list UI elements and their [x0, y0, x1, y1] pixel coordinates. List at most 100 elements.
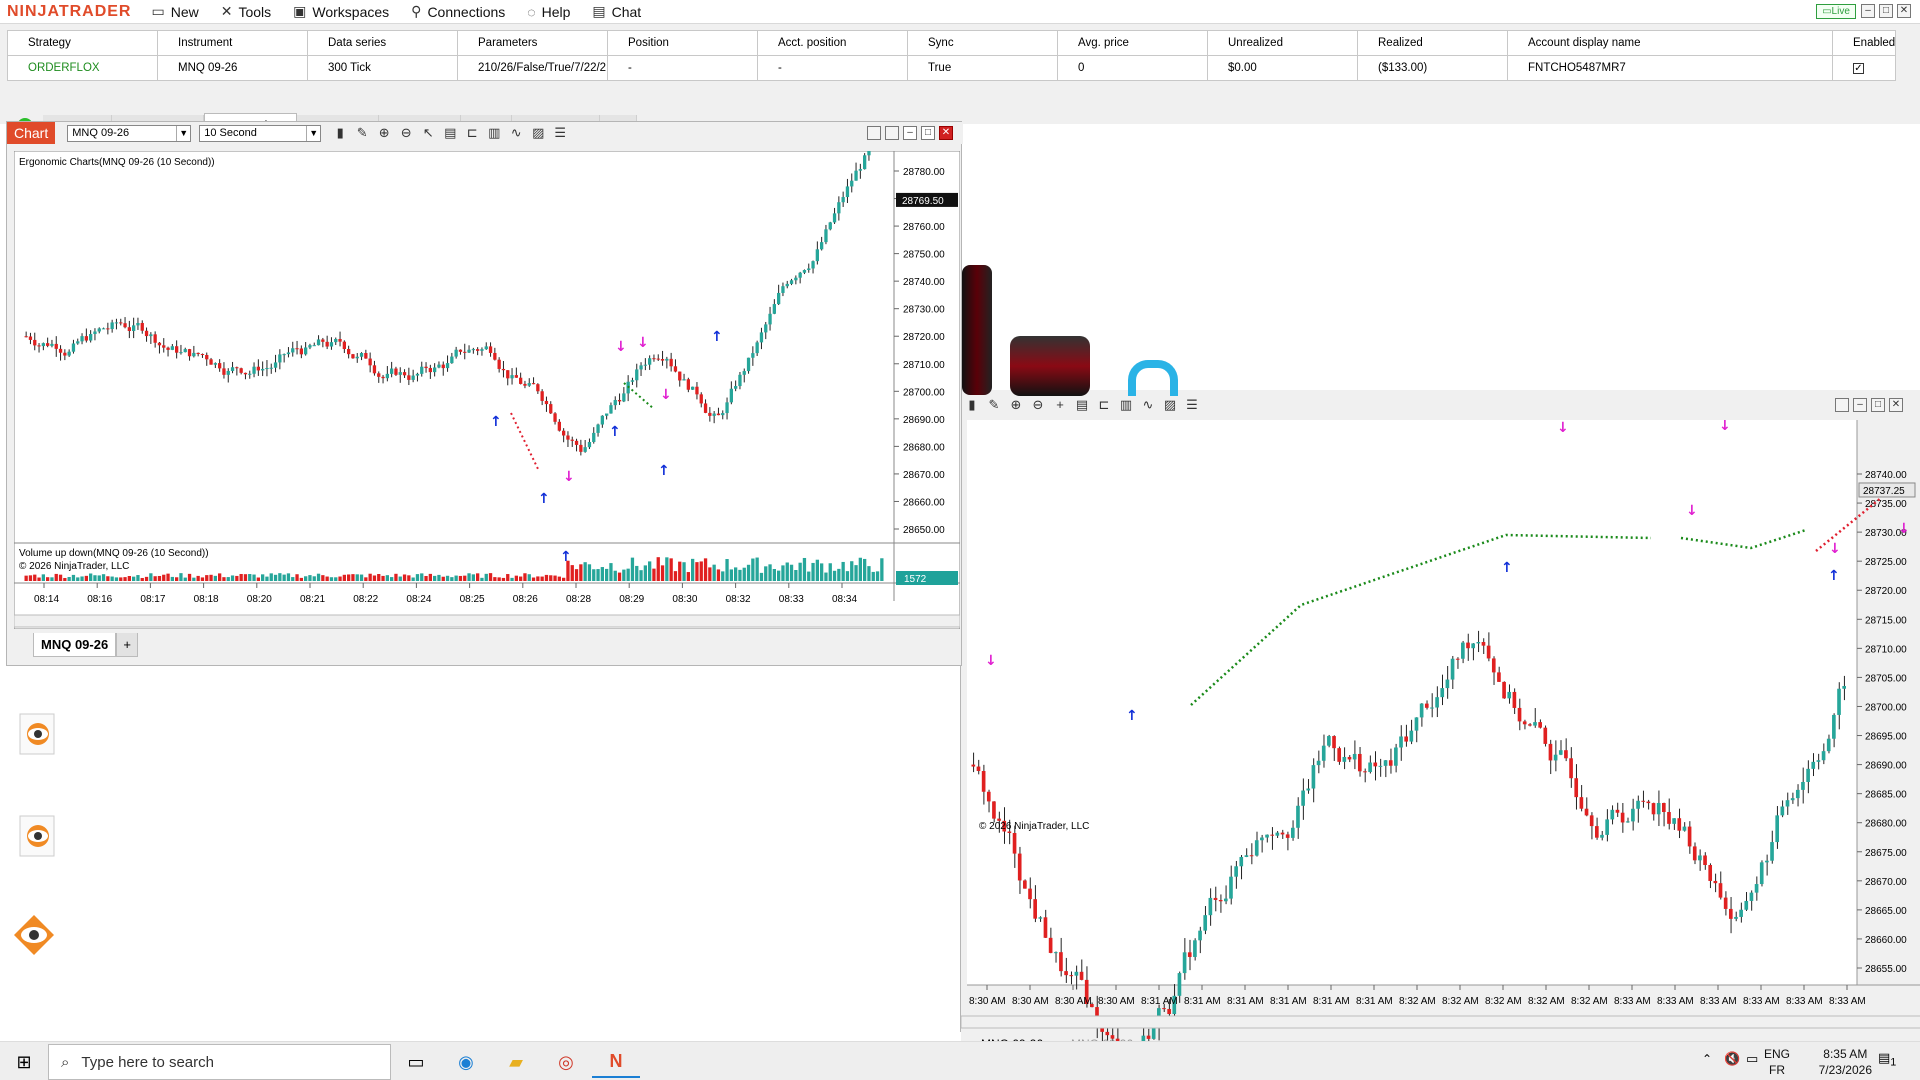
table-header-cell[interactable]: Parameters: [457, 30, 608, 56]
enabled-checkbox[interactable]: ✓: [1853, 63, 1864, 74]
table-row[interactable]: ORDERFLOX MNQ 09-26 300 Tick 210/26/False/T…: [7, 55, 1897, 81]
table-header-cell[interactable]: Position: [607, 30, 758, 56]
chart1-toolbar: Chart MNQ 09-26 ▼ 10 Second ▼ ▮ ✎ ⊕ ⊖ ↖ ▤ …: [7, 122, 963, 144]
edge-browser-icon[interactable]: ◉: [442, 1046, 490, 1078]
close-button[interactable]: ✕: [1897, 4, 1911, 18]
drawing-tool-icon[interactable]: ✎: [351, 124, 373, 142]
eye-app-icon[interactable]: [16, 712, 60, 756]
list-icon[interactable]: ☰: [549, 124, 571, 142]
eye-shortcut-icon[interactable]: [12, 913, 56, 957]
chart-tab[interactable]: MNQ 09-26: [33, 633, 117, 657]
table-header-cell[interactable]: Avg. price: [1057, 30, 1208, 56]
volume-bar: [725, 559, 729, 581]
volume-muted-icon[interactable]: 🔇: [1724, 1051, 1740, 1067]
clock[interactable]: 8:35 AM 7/23/2026: [1819, 1046, 1872, 1078]
table-header-cell[interactable]: Realized: [1357, 30, 1508, 56]
candle-body: [609, 405, 613, 414]
table-header-cell[interactable]: Unrealized: [1207, 30, 1358, 56]
snapshot-icon[interactable]: ▨: [1159, 396, 1181, 414]
interval-selector[interactable]: 10 Second ▼: [199, 124, 322, 142]
zoom-out-icon[interactable]: ⊖: [395, 124, 417, 142]
candle-body: [28, 336, 33, 340]
menu-new[interactable]: ▭ New: [151, 3, 198, 20]
volume-bar: [127, 576, 131, 581]
properties-icon[interactable]: ∿: [505, 124, 527, 142]
volume-bar: [837, 568, 841, 581]
chart1-copyright: © 2026 NinjaTrader, LLC: [19, 561, 129, 572]
volume-bar: [557, 576, 561, 581]
candle-body: [1409, 730, 1414, 742]
chart1-minimize-button[interactable]: –: [903, 126, 917, 140]
chart2-plot[interactable]: 28740.0028735.0028730.0028725.0028720.00…: [961, 420, 1920, 1060]
list-icon[interactable]: ☰: [1181, 396, 1203, 414]
bar-type-icon[interactable]: ▮: [329, 124, 351, 142]
task-view-icon[interactable]: ▭: [392, 1046, 440, 1078]
chart2-close-button[interactable]: ✕: [1889, 398, 1903, 412]
horizontal-scrollbar[interactable]: [961, 1015, 1920, 1029]
language-indicator[interactable]: ENG FR: [1764, 1046, 1790, 1078]
properties-icon[interactable]: ∿: [1137, 396, 1159, 414]
eye-app-icon[interactable]: [16, 814, 60, 858]
menu-workspaces[interactable]: ▣ Workspaces: [293, 3, 389, 20]
tray-chevron-icon[interactable]: ⌃: [1702, 1052, 1712, 1066]
instrument-selector[interactable]: MNQ 09-26 ▼: [67, 124, 192, 142]
chart1-close-button[interactable]: ✕: [939, 126, 953, 140]
candle-body: [514, 375, 518, 378]
indicators-icon[interactable]: ⊏: [461, 124, 483, 142]
table-header-cell[interactable]: Enabled: [1831, 30, 1897, 56]
strategies-icon[interactable]: ▥: [1115, 396, 1137, 414]
maximize-button[interactable]: □: [1879, 4, 1893, 18]
time-tick-label: 8:33 AM: [1700, 996, 1737, 1007]
taskbar-search[interactable]: ⌕ Type here to search: [48, 1044, 391, 1080]
volume-bar: [665, 557, 669, 581]
zoom-in-icon[interactable]: ⊕: [1005, 396, 1027, 414]
zoom-out-icon[interactable]: ⊖: [1027, 396, 1049, 414]
pointer-icon[interactable]: ↖: [417, 124, 439, 142]
sell-signal-arrow: ↓: [563, 469, 575, 485]
drawing-tool-icon[interactable]: ✎: [983, 396, 1005, 414]
chart2-maximize-button[interactable]: □: [1871, 398, 1885, 412]
volume-bar: [71, 574, 76, 581]
chart1-tile2-icon[interactable]: [885, 126, 899, 140]
chart2-tile-icon[interactable]: [1835, 398, 1849, 412]
table-header-cell[interactable]: Data series: [307, 30, 458, 56]
table-header-cell[interactable]: Strategy: [7, 30, 158, 56]
network-icon[interactable]: ▭: [1746, 1051, 1758, 1067]
snapshot-icon[interactable]: ▨: [527, 124, 549, 142]
menu-help[interactable]: ◌ Help: [527, 4, 570, 20]
table-header-cell[interactable]: Account display name: [1507, 30, 1833, 56]
indicators-icon[interactable]: ⊏: [1093, 396, 1115, 414]
candle-body: [1698, 855, 1702, 861]
add-tab-button[interactable]: +: [116, 633, 139, 657]
candle-body: [1229, 876, 1233, 899]
crosshair-icon[interactable]: +: [1049, 396, 1071, 414]
windows-start-icon[interactable]: ⊞: [0, 1046, 48, 1078]
file-explorer-icon[interactable]: ▰: [492, 1046, 540, 1078]
table-header-cell[interactable]: Instrument: [157, 30, 308, 56]
menu-connections[interactable]: ⚲ Connections: [411, 3, 505, 20]
templates-icon[interactable]: ▤: [1071, 396, 1093, 414]
table-header-cell[interactable]: Acct. position: [757, 30, 908, 56]
templates-icon[interactable]: ▤: [439, 124, 461, 142]
bar-type-icon[interactable]: ▮: [961, 396, 983, 414]
minimize-button[interactable]: –: [1861, 4, 1875, 18]
horizontal-scrollbar[interactable]: [14, 614, 960, 628]
volume-bar: [622, 569, 626, 581]
table-header-cell[interactable]: Sync: [907, 30, 1058, 56]
chart-window-2: ▮ ✎ ⊕ ⊖ + ▤ ⊏ ▥ ∿ ▨ ☰ – □ ✕ 28740.00 2873…: [960, 390, 1920, 1060]
chart1-plot[interactable]: 28780.0028770.0028760.0028750.0028740.00…: [14, 151, 960, 629]
ninjatrader-taskbar-icon[interactable]: N: [592, 1046, 640, 1078]
zoom-in-icon[interactable]: ⊕: [373, 124, 395, 142]
candle-body: [269, 367, 273, 369]
chart1-tile-icon[interactable]: [867, 126, 881, 140]
strategies-icon[interactable]: ▥: [483, 124, 505, 142]
volume-bar: [583, 562, 587, 581]
chart2-minimize-button[interactable]: –: [1853, 398, 1867, 412]
candle-body: [153, 334, 157, 343]
notifications-icon[interactable]: ▤1: [1878, 1050, 1896, 1069]
chart1-maximize-button[interactable]: □: [921, 126, 935, 140]
chrome-browser-icon[interactable]: ◎: [542, 1046, 590, 1078]
menu-chat[interactable]: ▤ Chat: [592, 3, 641, 20]
candle-body: [428, 368, 432, 373]
menu-tools[interactable]: ✕ Tools: [221, 3, 271, 20]
